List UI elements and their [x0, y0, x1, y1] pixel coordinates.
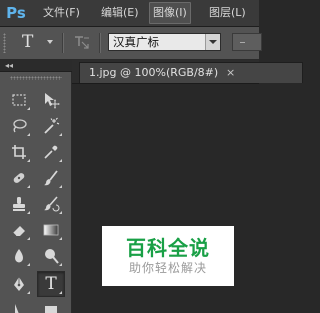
- path-selection-tool[interactable]: [6, 300, 32, 313]
- document-tab[interactable]: 1.jpg @ 100%(RGB/8#) ×: [79, 62, 303, 83]
- brush-icon: [44, 170, 58, 186]
- options-separator: [99, 33, 100, 53]
- clone-stamp-icon: [13, 197, 25, 211]
- rectangular-marquee-icon: [12, 94, 26, 106]
- photoshop-logo: Ps: [6, 4, 26, 22]
- pen-icon: [14, 277, 24, 291]
- document-tab-label: 1.jpg @ 100%(RGB/8#): [89, 66, 219, 79]
- tools-panel-grip[interactable]: [10, 76, 62, 80]
- options-bar-grip[interactable]: [3, 33, 6, 53]
- eyedropper-icon: [44, 145, 58, 159]
- document-tab-strip: 1.jpg @ 100%(RGB/8#) ×: [72, 60, 303, 84]
- font-family-select[interactable]: 汉真广标: [108, 33, 221, 51]
- tool-flyout-indicator: [27, 185, 30, 188]
- tool-flyout-indicator: [59, 263, 62, 266]
- tool-preset-type-icon[interactable]: T: [22, 32, 33, 52]
- eyedropper-tool[interactable]: [38, 140, 64, 164]
- menu-image[interactable]: 图像(I): [149, 2, 191, 24]
- tools-panel: T: [0, 72, 72, 313]
- close-icon[interactable]: ×: [226, 63, 235, 83]
- blur-icon: [15, 249, 23, 263]
- pen-tool[interactable]: [6, 272, 32, 296]
- history-brush-icon: [44, 196, 60, 212]
- collapse-panel-icon[interactable]: ◂◂: [5, 60, 13, 71]
- tool-flyout-indicator: [27, 263, 30, 266]
- dodge-tool[interactable]: [38, 244, 64, 268]
- options-separator: [62, 33, 63, 53]
- spot-healing-tool[interactable]: [6, 166, 32, 190]
- gradient-icon: [43, 224, 59, 236]
- tool-flyout-indicator: [27, 159, 30, 162]
- type-tool[interactable]: T: [37, 271, 65, 297]
- clone-stamp-tool[interactable]: [6, 192, 32, 216]
- chevron-down-icon[interactable]: [205, 34, 220, 50]
- tool-flyout-indicator: [59, 291, 62, 294]
- tool-flyout-indicator: [59, 185, 62, 188]
- tools-panel-header: ◂◂: [0, 60, 72, 72]
- move-icon: [45, 93, 60, 109]
- menu-bar: Ps 文件(F) 编辑(E) 图像(I) 图层(L): [0, 0, 259, 27]
- eraser-icon: [12, 226, 25, 237]
- crop-tool[interactable]: [6, 140, 32, 164]
- history-brush-tool[interactable]: [38, 192, 64, 216]
- tool-flyout-indicator: [59, 133, 62, 136]
- path-selection-icon: [15, 303, 19, 313]
- blur-tool[interactable]: [6, 244, 32, 268]
- magic-wand-tool[interactable]: [38, 114, 64, 138]
- eraser-tool[interactable]: [6, 218, 32, 242]
- tool-flyout-indicator: [27, 211, 30, 214]
- tool-flyout-indicator: [27, 107, 30, 110]
- tool-flyout-indicator: [59, 159, 62, 162]
- crop-icon: [12, 145, 26, 159]
- font-family-value: 汉真广标: [113, 35, 159, 49]
- dodge-icon: [45, 249, 59, 264]
- tool-flyout-indicator: [59, 237, 62, 240]
- menu-layer[interactable]: 图层(L): [206, 3, 249, 23]
- watermark-logo: 百科全说 助你轻松解决: [102, 226, 234, 286]
- rectangle-tool[interactable]: [38, 300, 64, 313]
- tool-flyout-indicator: [27, 237, 30, 240]
- magic-wand-icon: [44, 117, 60, 134]
- menu-file[interactable]: 文件(F): [40, 3, 83, 23]
- tool-preset-dropdown-arrow[interactable]: [47, 40, 53, 44]
- options-bar: T 汉真广标: [0, 27, 262, 60]
- font-style-select[interactable]: [232, 33, 262, 51]
- spot-healing-icon: [13, 173, 25, 183]
- tool-flyout-indicator: [27, 133, 30, 136]
- lasso-icon: [13, 119, 27, 133]
- rectangular-marquee-tool[interactable]: [6, 88, 32, 112]
- watermark-title: 百科全说: [126, 236, 210, 260]
- menu-edit[interactable]: 编辑(E): [98, 3, 142, 23]
- tool-flyout-indicator: [59, 211, 62, 214]
- type-icon: T: [45, 273, 57, 294]
- watermark-subtitle: 助你轻松解决: [128, 261, 207, 275]
- shape-icon: [45, 305, 57, 313]
- gradient-tool[interactable]: [38, 218, 64, 242]
- move-tool[interactable]: [38, 88, 64, 112]
- lasso-tool[interactable]: [6, 114, 32, 138]
- tool-flyout-indicator: [27, 291, 30, 294]
- brush-tool[interactable]: [38, 166, 64, 190]
- text-orientation-toggle-icon[interactable]: [73, 34, 91, 52]
